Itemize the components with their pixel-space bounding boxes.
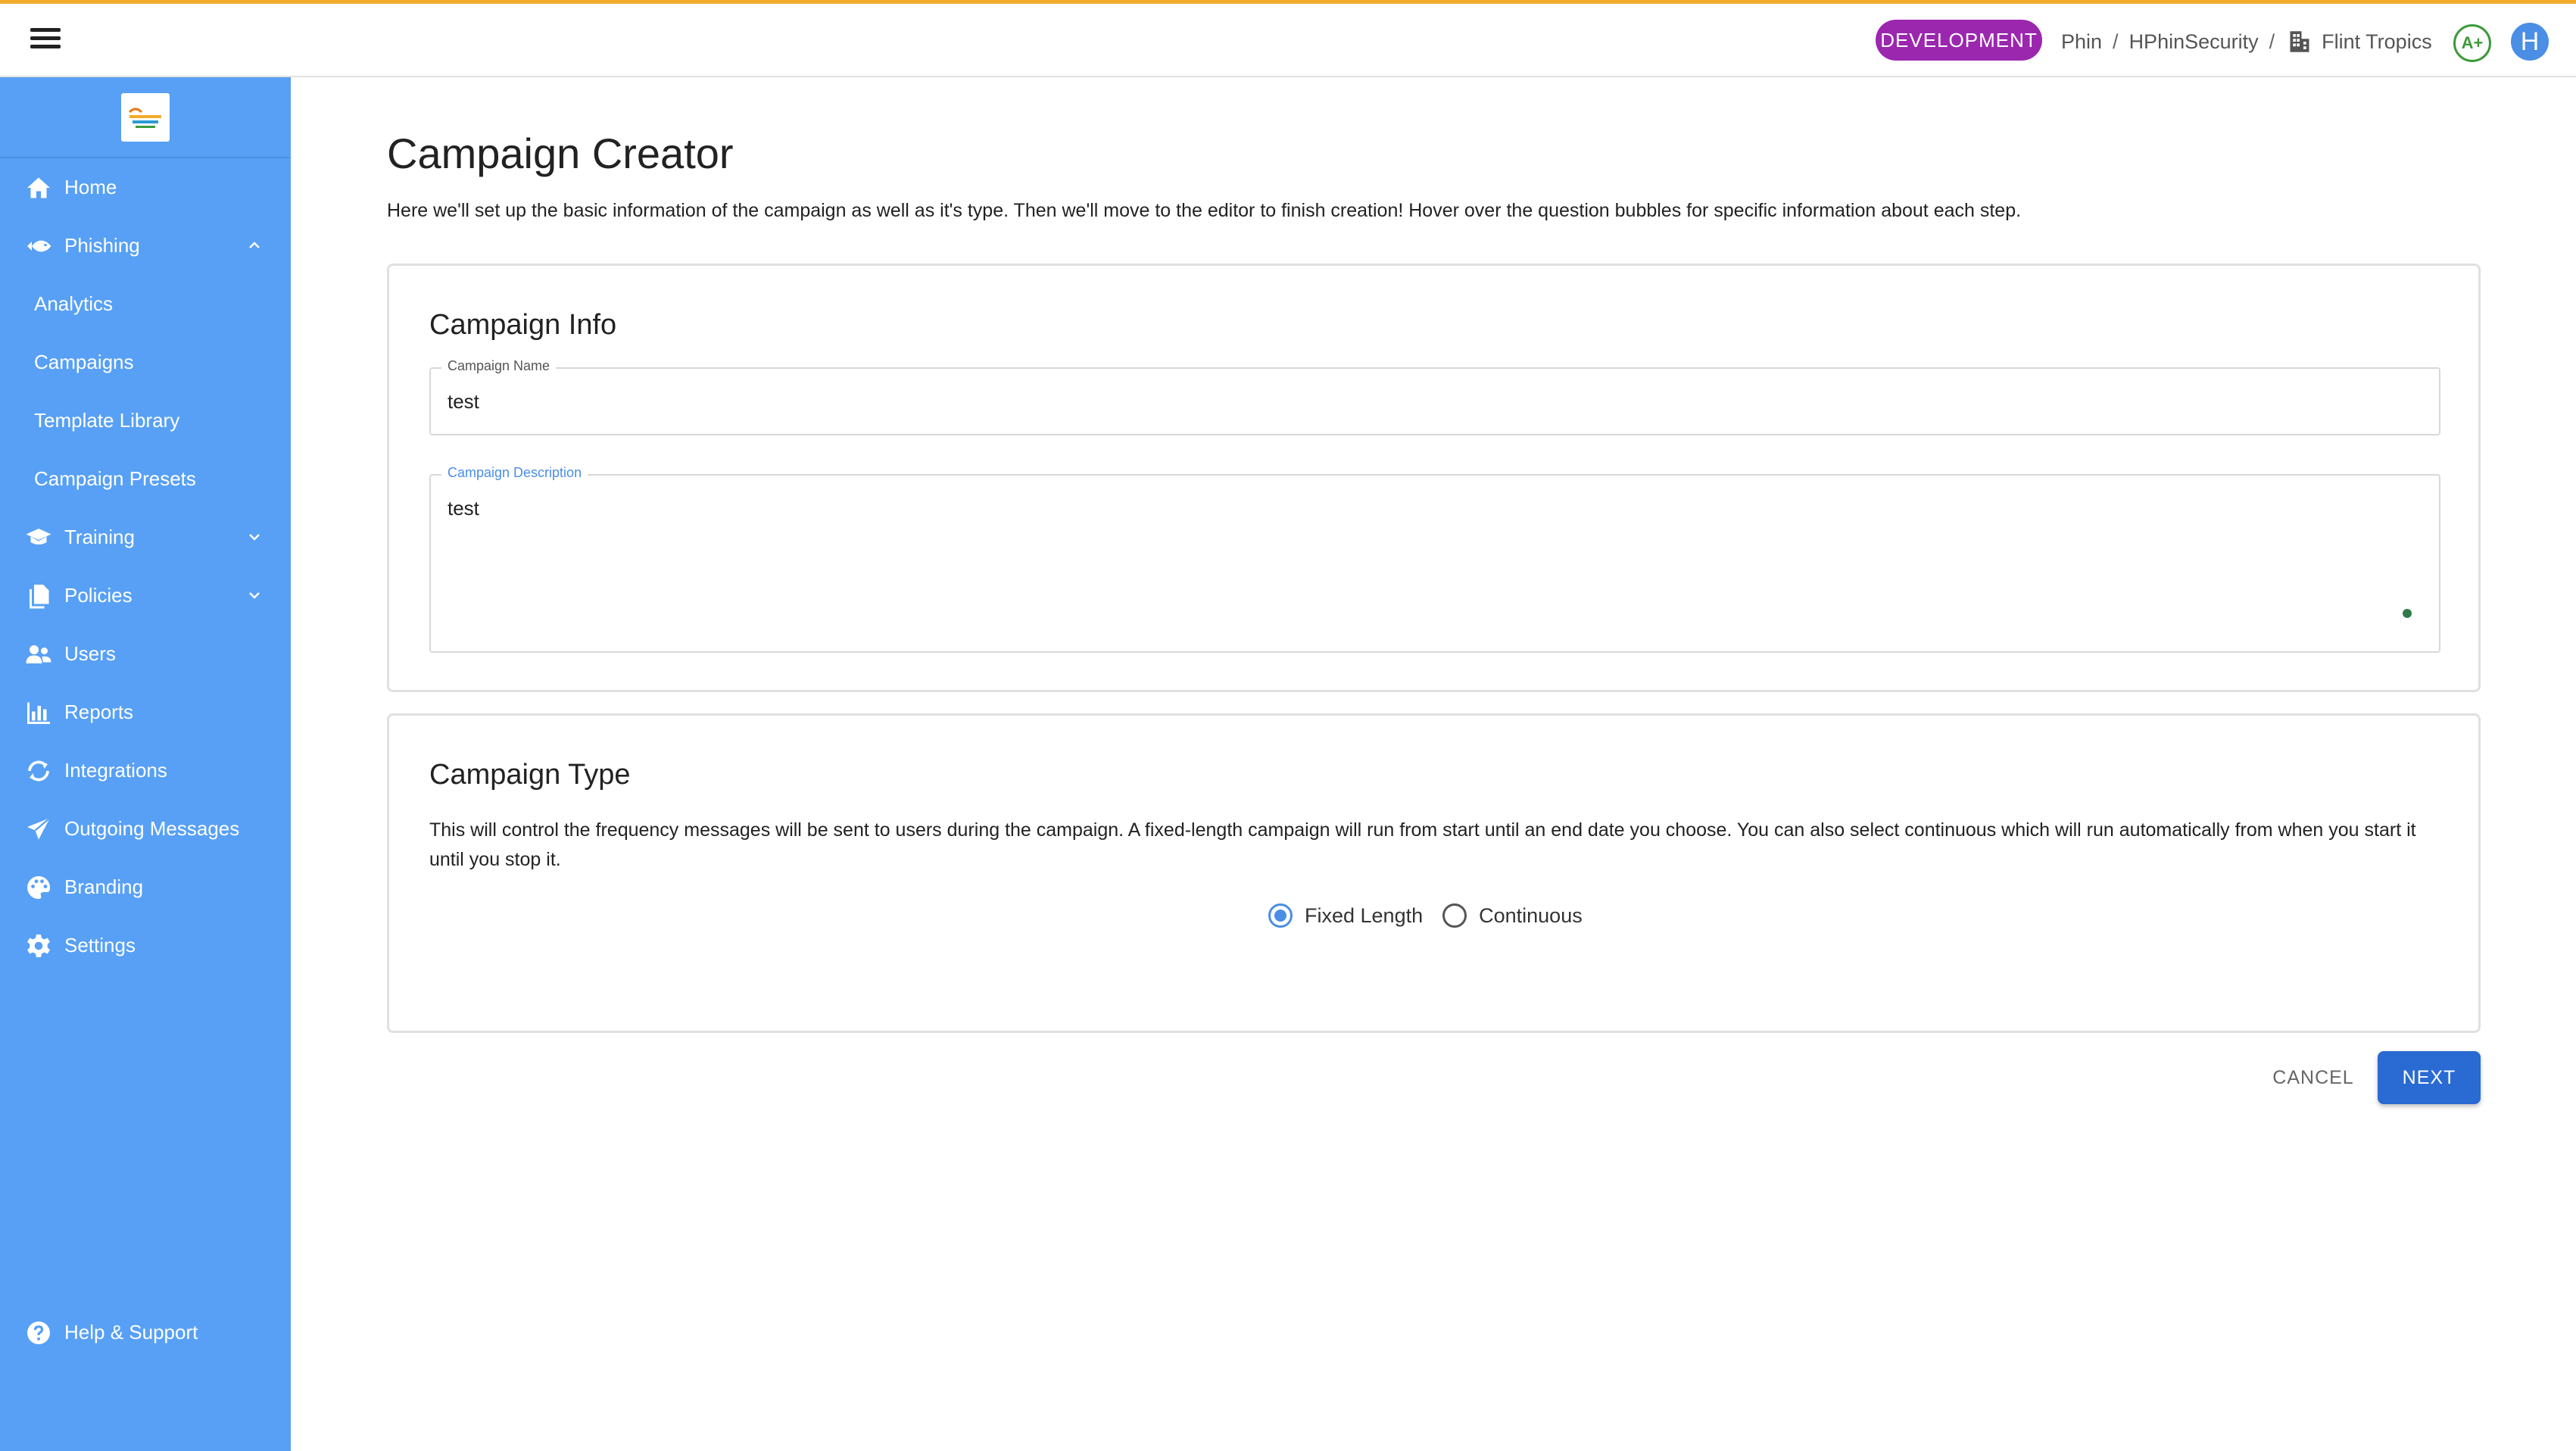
- users-icon: [26, 644, 51, 663]
- sidebar-item-outgoing-messages[interactable]: Outgoing Messages: [0, 800, 291, 858]
- campaign-name-field[interactable]: Campaign Name: [429, 358, 2440, 435]
- page-description: Here we'll set up the basic information …: [387, 200, 2022, 221]
- breadcrumb-item[interactable]: Flint Tropics: [2322, 30, 2432, 54]
- next-button[interactable]: NEXT: [2378, 1051, 2481, 1104]
- sidebar-item-training[interactable]: Training: [0, 508, 291, 566]
- sidebar-item-label: Branding: [64, 875, 144, 898]
- palette-icon: [27, 875, 50, 899]
- sidebar-item-label: Home: [64, 176, 117, 198]
- sidebar-item-label: Outgoing Messages: [64, 817, 240, 840]
- sidebar: Home Phishing Analytics Campaigns Templa…: [0, 77, 291, 1451]
- sidebar-item-label: Help & Support: [64, 1321, 198, 1343]
- cancel-button[interactable]: CANCEL: [2264, 1055, 2362, 1100]
- sidebar-item-label: Campaign Presets: [34, 467, 196, 490]
- sidebar-item-label: Campaigns: [34, 351, 134, 373]
- sidebar-item-phishing[interactable]: Phishing: [0, 217, 291, 275]
- sidebar-item-label: Settings: [64, 934, 136, 956]
- sidebar-item-integrations[interactable]: Integrations: [0, 741, 291, 800]
- breadcrumb-separator: /: [2113, 30, 2119, 53]
- campaign-description-field[interactable]: Campaign Description test: [429, 465, 2440, 653]
- radio-label: Continuous: [1479, 903, 1583, 927]
- sidebar-item-home[interactable]: Home: [0, 158, 291, 217]
- logo-area: [0, 77, 291, 158]
- campaign-type-card: Campaign Type This will control the freq…: [387, 713, 2481, 1033]
- sidebar-item-campaigns[interactable]: Campaigns: [0, 333, 291, 392]
- avatar[interactable]: H: [2511, 23, 2549, 61]
- radio-button-checked[interactable]: [1268, 903, 1293, 928]
- sidebar-item-label: Phishing: [64, 234, 140, 257]
- breadcrumb-item[interactable]: Phin: [2061, 30, 2102, 54]
- sidebar-item-label: Analytics: [34, 292, 114, 315]
- campaign-type-description: This will control the frequency messages…: [429, 819, 2416, 870]
- radio-button-unchecked[interactable]: [1442, 903, 1467, 928]
- campaign-name-label: Campaign Name: [441, 358, 557, 374]
- chevron-down-icon[interactable]: [245, 586, 264, 604]
- gear-icon: [27, 934, 50, 957]
- campaign-info-card: Campaign Info Campaign Name Campaign Des…: [387, 264, 2481, 692]
- bar-chart-icon: [27, 702, 50, 724]
- sidebar-item-campaign-presets[interactable]: Campaign Presets: [0, 450, 291, 508]
- sidebar-item-label: Reports: [64, 701, 134, 723]
- fish-icon: [27, 240, 51, 251]
- sidebar-item-analytics[interactable]: Analytics: [0, 275, 291, 333]
- sync-icon: [28, 760, 49, 781]
- sidebar-item-branding[interactable]: Branding: [0, 858, 291, 916]
- sidebar-item-label: Template Library: [34, 409, 180, 432]
- campaign-info-title: Campaign Info: [429, 309, 617, 341]
- environment-badge: DEVELOPMENT: [1876, 20, 2042, 61]
- campaign-name-input[interactable]: [448, 390, 2341, 413]
- radio-continuous[interactable]: Continuous: [1442, 903, 1583, 928]
- graduation-cap-icon: [26, 528, 51, 545]
- campaign-type-title: Campaign Type: [429, 759, 631, 791]
- campaign-description-label: Campaign Description: [441, 465, 588, 481]
- sidebar-item-policies[interactable]: Policies: [0, 566, 291, 625]
- sidebar-item-label: Users: [64, 642, 116, 665]
- breadcrumb: Phin / HPhinSecurity / Flint Tropics: [2061, 25, 2432, 58]
- radio-label: Fixed Length: [1305, 903, 1424, 927]
- sidebar-item-label: Policies: [64, 584, 133, 607]
- breadcrumb-item[interactable]: HPhinSecurity: [2129, 30, 2259, 54]
- sidebar-item-template-library[interactable]: Template Library: [0, 392, 291, 450]
- question-circle-icon: [27, 1321, 50, 1344]
- page-title: Campaign Creator: [387, 129, 734, 177]
- radio-fixed-length[interactable]: Fixed Length: [1268, 903, 1423, 928]
- sidebar-nav: Home Phishing Analytics Campaigns Templa…: [0, 158, 291, 975]
- sidebar-item-label: Training: [64, 526, 135, 548]
- sidebar-item-help-support[interactable]: Help & Support: [0, 1303, 291, 1362]
- paper-plane-icon: [27, 816, 51, 839]
- status-dot: [2403, 609, 2412, 618]
- building-icon: [2290, 31, 2309, 52]
- sidebar-item-settings[interactable]: Settings: [0, 916, 291, 975]
- sidebar-item-label: Integrations: [64, 759, 167, 782]
- breadcrumb-separator: /: [2269, 30, 2275, 53]
- documents-icon: [30, 584, 49, 608]
- sidebar-item-users[interactable]: Users: [0, 625, 291, 683]
- company-logo[interactable]: [121, 92, 170, 142]
- chevron-up-icon[interactable]: [245, 236, 264, 254]
- sidebar-item-reports[interactable]: Reports: [0, 683, 291, 741]
- campaign-description-textarea[interactable]: test: [448, 497, 2341, 520]
- hamburger-menu-icon[interactable]: [30, 28, 61, 52]
- security-score-badge[interactable]: A+: [2453, 24, 2491, 62]
- campaign-type-radio-group: Fixed Length Continuous: [1268, 903, 1583, 928]
- flint-tropics-logo-icon: [125, 104, 166, 130]
- home-icon: [27, 177, 50, 198]
- chevron-down-icon[interactable]: [245, 528, 264, 546]
- top-bar: DEVELOPMENT Phin / HPhinSecurity / Flint…: [0, 0, 2576, 77]
